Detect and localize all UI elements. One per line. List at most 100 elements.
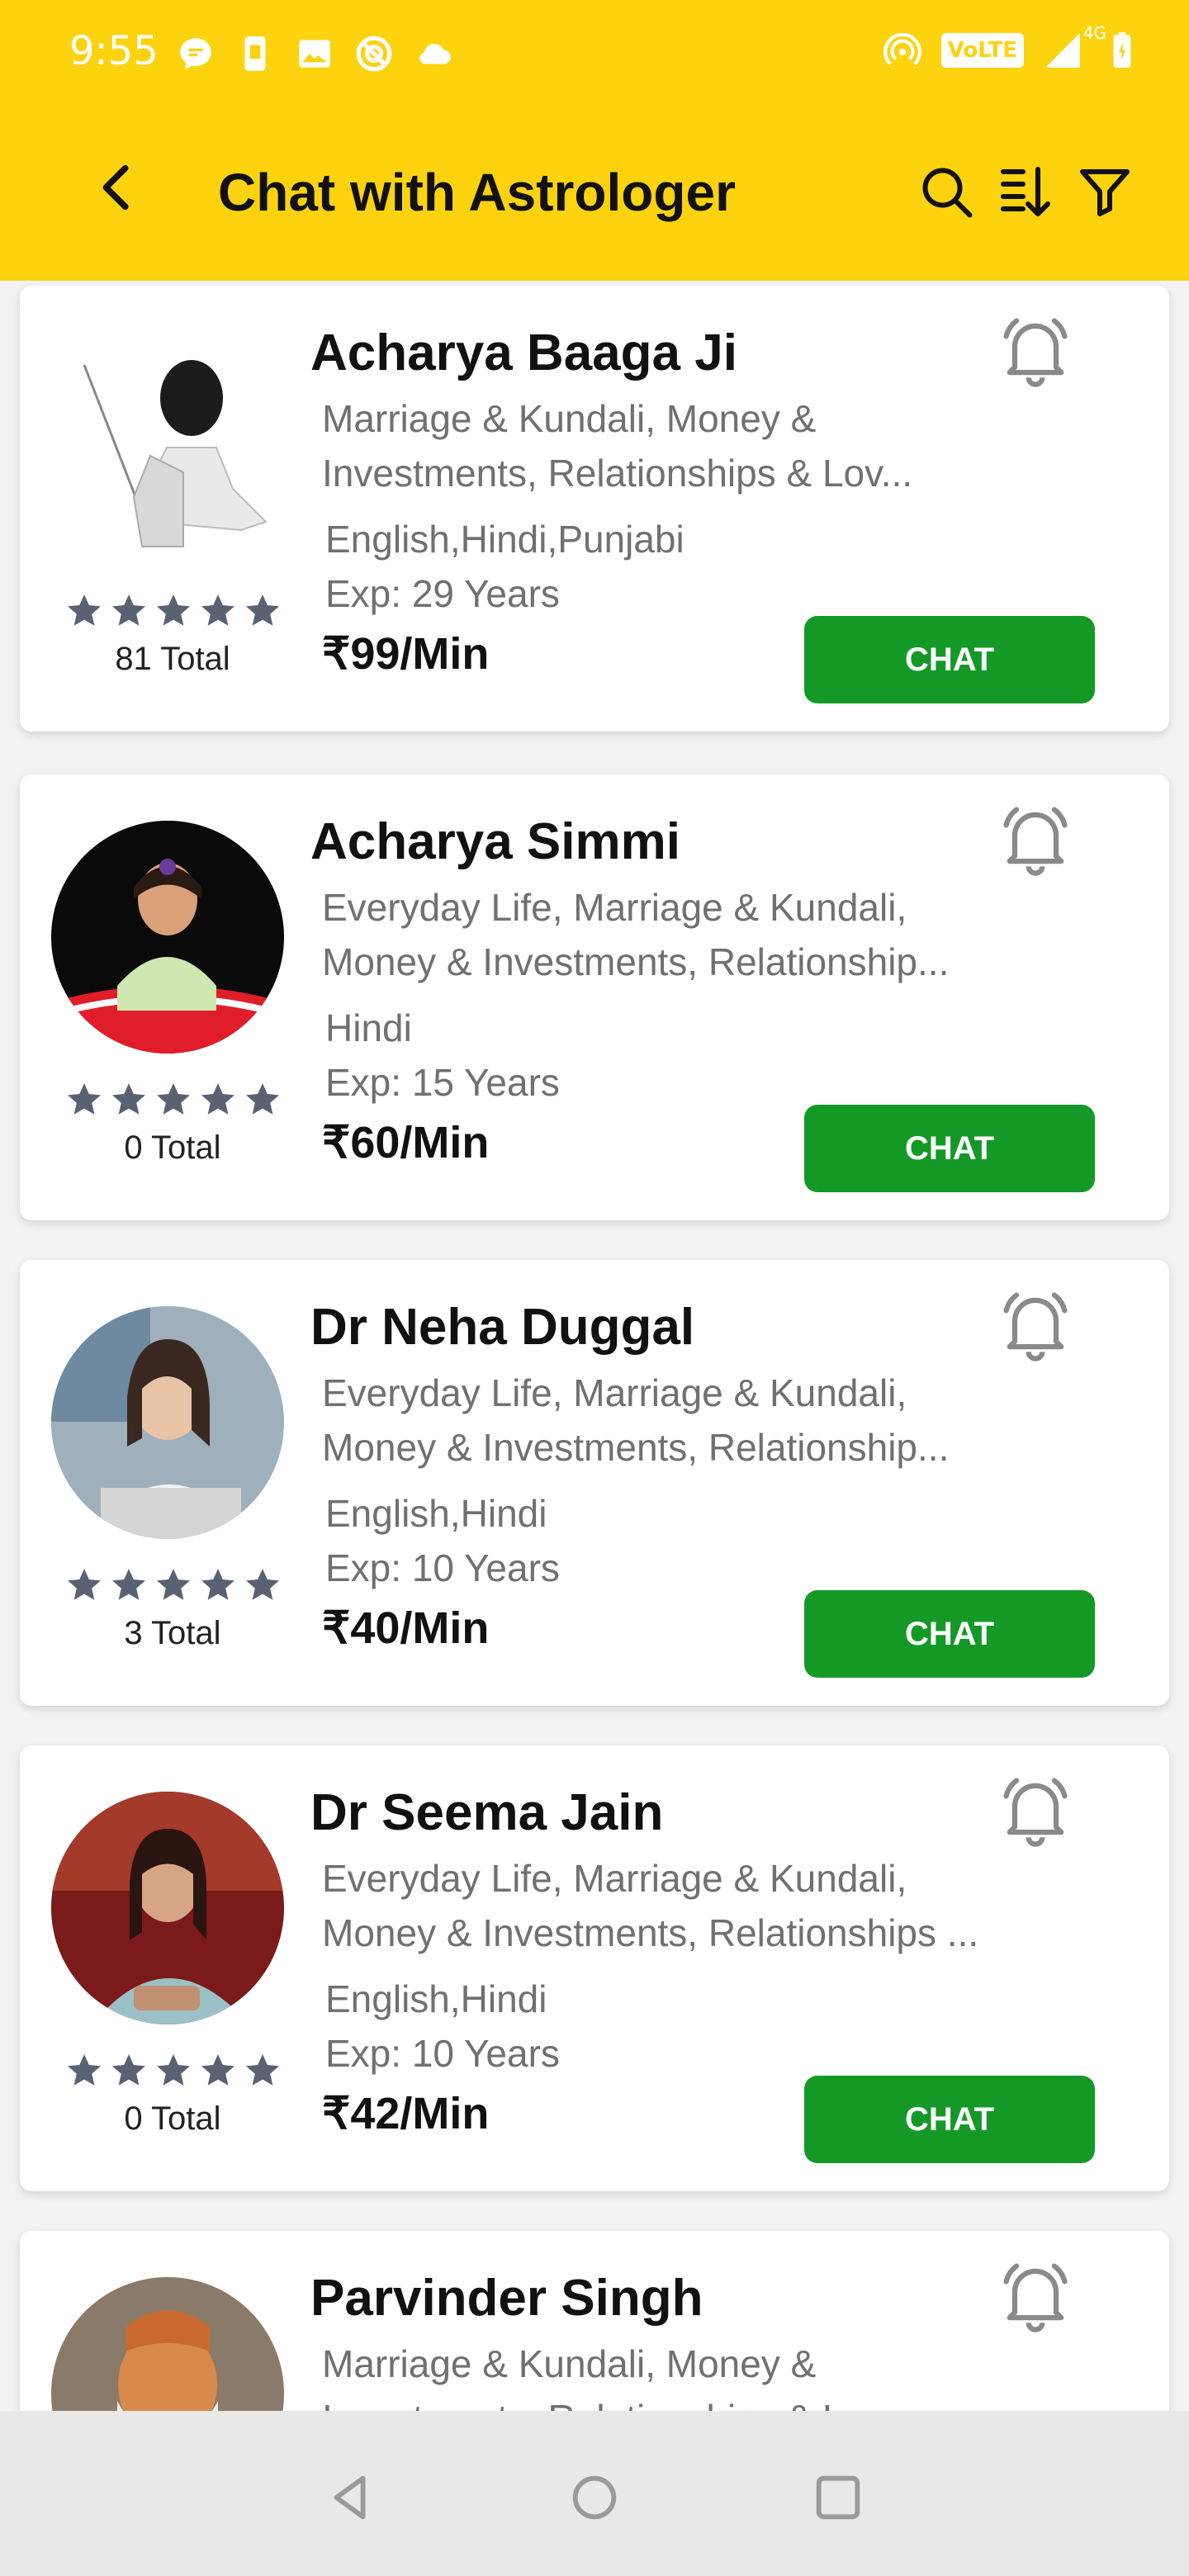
skills-line: Everyday Life, Marriage & Kundali, [322,886,907,929]
star-icon [112,594,145,626]
astrologer-price: ₹60/Min [322,1118,490,1167]
signal-icon [1045,33,1080,68]
astrologer-experience: Exp: 10 Years [325,1546,560,1589]
star-icon [68,1569,101,1600]
astrologer-languages: English,Hindi,Punjabi [325,518,685,561]
skills-line: Investments, Relationships & Lov... [322,452,913,495]
filter-icon[interactable] [1075,162,1135,221]
star-icon [201,2054,234,2086]
astrologer-card[interactable]: 81 Total Acharya Baaga Ji Marriage & Kun… [20,286,1169,732]
astrologer-experience: Exp: 10 Years [325,2032,560,2075]
page-title: Chat with Astrologer [218,163,736,222]
astrologer-card[interactable]: Parvinder Singh Marriage & Kundali, Mone… [20,2231,1169,2411]
astrologer-name: Dr Seema Jain [310,1784,664,1841]
back-arrow-icon[interactable] [89,159,147,216]
avatar [51,1306,284,1539]
chat-button[interactable]: CHAT [804,616,1095,703]
astrologer-skills: Everyday Life, Marriage & Kundali, Money… [322,1851,1049,1960]
app-notification-icon [356,36,392,72]
star-icon [246,1569,279,1600]
skills-line: Money & Investments, Relationship... [322,940,950,983]
star-icon [157,2054,190,2086]
rating-stars [64,1565,282,1605]
avatar [51,2277,284,2411]
astrologer-skills: Everyday Life, Marriage & Kundali, Money… [322,1366,1049,1475]
star-icon [246,2054,279,2086]
astrologer-card[interactable]: 0 Total Acharya Simmi Everyday Life, Mar… [20,774,1169,1220]
skills-line: Everyday Life, Marriage & Kundali, [322,1371,907,1414]
astrologer-name: Acharya Baaga Ji [310,324,737,381]
bell-icon[interactable] [994,309,1077,391]
app-bar: 9:55 VoLTE 4G Chat with Astrologer [0,0,1189,281]
star-icon [112,2054,145,2086]
star-icon [157,1569,190,1600]
astrologer-experience: Exp: 29 Years [325,572,560,615]
astrologer-name: Acharya Simmi [310,813,680,870]
bell-icon[interactable] [994,798,1077,880]
skills-line: Everyday Life, Marriage & Kundali, [322,1857,907,1900]
star-icon [157,1083,190,1115]
avatar [51,1792,284,2024]
recents-square-icon[interactable] [809,2469,867,2526]
chat-button[interactable]: CHAT [804,2076,1095,2163]
skills-line: Money & Investments, Relationship... [322,1426,950,1469]
star-icon [68,594,101,626]
rating-stars [64,1080,282,1120]
battery-icon [1113,32,1131,68]
astrologer-languages: Hindi [325,1006,412,1049]
star-icon [201,1569,234,1600]
astrologer-name: Parvinder Singh [310,2270,703,2327]
avatar [51,332,284,565]
astrologer-price: ₹99/Min [322,629,490,679]
image-notification-icon [299,40,330,68]
rating-stars [64,591,282,631]
star-icon [157,594,190,626]
skills-line: Money & Investments, Relationships ... [322,1911,979,1954]
astrologer-skills: Marriage & Kundali, Money & Investments,… [322,2337,1049,2411]
status-time: 9:55 [69,28,159,74]
astrologer-card[interactable]: 3 Total Dr Neha Duggal Everyday Life, Ma… [20,1260,1169,1706]
cloud-icon [419,44,451,64]
hotspot-icon [883,32,921,66]
sort-icon[interactable] [996,162,1055,221]
chat-button[interactable]: CHAT [804,1105,1095,1192]
volte-badge: VoLTE [940,33,1024,68]
home-circle-icon[interactable] [566,2469,623,2526]
rating-stars [64,2051,282,2091]
star-icon [201,1083,234,1115]
chat-button[interactable]: CHAT [804,1590,1095,1678]
search-icon[interactable] [917,162,976,221]
message-notification-icon [180,38,211,69]
skills-line: Marriage & Kundali, Money & [322,2342,817,2385]
phone-notification-icon [244,36,266,71]
astrologer-price: ₹40/Min [322,1603,490,1653]
star-icon [68,2054,101,2086]
astrologer-languages: English,Hindi [325,1492,547,1535]
bell-icon[interactable] [994,1769,1077,1851]
astrologer-skills: Marriage & Kundali, Money & Investments,… [322,391,1049,500]
star-icon [112,1083,145,1115]
rating-total: 81 Total [115,641,230,677]
astrologer-experience: Exp: 15 Years [325,1061,560,1104]
astrologer-skills: Everyday Life, Marriage & Kundali, Money… [322,880,1049,989]
status-bar: 9:55 VoLTE 4G [0,0,1189,107]
rating-total: 0 Total [124,2100,221,2137]
skills-line: Marriage & Kundali, Money & [322,397,817,440]
astrologer-card[interactable]: 0 Total Dr Seema Jain Everyday Life, Mar… [20,1745,1169,2191]
back-triangle-icon[interactable] [322,2469,380,2526]
bell-icon[interactable] [994,1283,1077,1366]
star-icon [112,1569,145,1600]
astrologer-list[interactable]: 81 Total Acharya Baaga Ji Marriage & Kun… [0,281,1189,2411]
avatar [51,821,284,1054]
star-icon [246,1083,279,1115]
astrologer-name: Dr Neha Duggal [310,1299,695,1356]
rating-total: 3 Total [124,1615,221,1651]
network-type: 4G [1082,23,1106,43]
star-icon [68,1083,101,1115]
notification-icons [175,33,454,74]
astrologer-languages: English,Hindi [325,1977,547,2020]
system-nav-bar [0,2411,1189,2576]
bell-icon[interactable] [994,2254,1077,2337]
star-icon [201,594,234,626]
rating-total: 0 Total [124,1129,221,1166]
